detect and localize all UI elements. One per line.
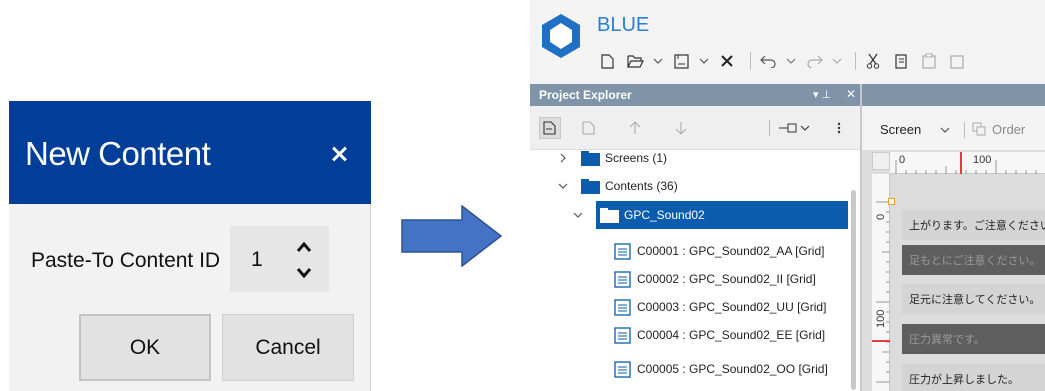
tree-item-c00005[interactable]: C00005 : GPC_Sound02_OO [Grid] xyxy=(614,355,828,383)
chevron-down-icon[interactable] xyxy=(292,262,316,284)
tree-item-c00004[interactable]: C00004 : GPC_Sound02_EE [Grid] xyxy=(614,321,825,349)
view-options-icon[interactable] xyxy=(777,117,811,139)
tree-item-label: C00004 : GPC_Sound02_EE [Grid] xyxy=(637,328,826,342)
content-id-value[interactable]: 1 xyxy=(251,248,263,272)
screen-text-row[interactable]: 足もとにご注意ください。 xyxy=(902,245,1045,275)
tree-item-label: GPC_Sound02 xyxy=(624,208,705,222)
chevron-down-icon[interactable] xyxy=(785,50,797,72)
selection-handle[interactable] xyxy=(888,198,895,205)
grid-content-icon xyxy=(614,298,631,316)
ruler-label: 0 xyxy=(899,154,906,166)
blue-app-window: BLUE Project Explorer ▾ ⊥ ✕ Screens (1) … xyxy=(530,0,1045,391)
chevron-down-icon[interactable] xyxy=(831,50,843,72)
cut-icon[interactable] xyxy=(862,50,884,72)
dialog-title: New Content xyxy=(25,135,211,172)
chevron-down-icon[interactable] xyxy=(698,50,710,72)
tree-item-c00003[interactable]: C00003 : GPC_Sound02_UU [Grid] xyxy=(614,293,826,321)
tree-item-contents[interactable]: Contents (36) xyxy=(557,172,678,200)
ruler-label: 100 xyxy=(973,154,992,166)
chevron-down-icon[interactable] xyxy=(557,180,569,192)
screen-text-row[interactable]: 圧力が上昇しました。 xyxy=(902,364,1045,391)
tree-item-label: C00003 : GPC_Sound02_UU [Grid] xyxy=(637,300,827,314)
chevron-up-icon[interactable] xyxy=(292,236,316,258)
folder-icon xyxy=(581,150,600,166)
chevron-down-icon[interactable] xyxy=(939,124,951,136)
tree-item-screens[interactable]: Screens (1) xyxy=(557,144,667,172)
tree-scrollbar[interactable] xyxy=(851,190,856,390)
chevron-right-icon[interactable] xyxy=(557,152,569,164)
tree-item-label: Contents (36) xyxy=(605,179,678,193)
screen-text-row[interactable]: 足元に注意してください。 xyxy=(902,284,1045,314)
folder-icon xyxy=(581,178,600,194)
properties-icon[interactable] xyxy=(539,117,561,139)
project-tree: Screens (1) Contents (36) GPC_Sound02 C0… xyxy=(530,150,860,391)
tree-item-selected[interactable]: GPC_Sound02 xyxy=(596,201,848,229)
screen-text-row[interactable]: 上がります。ご注意ください。 xyxy=(902,210,1045,240)
paste-icon[interactable] xyxy=(918,50,940,72)
blue-logo-icon xyxy=(542,14,580,58)
undo-icon[interactable] xyxy=(757,50,779,72)
new-content-dialog: New Content Paste-To Content ID 1 OK Can… xyxy=(9,101,371,391)
ruler-corner xyxy=(872,152,890,170)
vertical-ruler: 0 100 200 xyxy=(872,174,890,391)
more-options-icon[interactable] xyxy=(828,117,850,139)
editor-canvas: 0 100 0 100 200 xyxy=(862,150,1045,391)
tree-item-label: C00005 : GPC_Sound02_OO [Grid] xyxy=(637,362,828,376)
grid-content-icon xyxy=(614,326,631,344)
paste-special-icon[interactable] xyxy=(946,50,968,72)
editor-toolbar: Screen Order xyxy=(862,106,1045,150)
app-title: BLUE xyxy=(597,14,650,36)
close-icon[interactable] xyxy=(327,143,351,167)
toolbar-divider xyxy=(750,52,751,70)
tree-item-c00001[interactable]: C00001 : GPC_Sound02_AA [Grid] xyxy=(614,237,824,265)
open-folder-icon[interactable] xyxy=(624,50,646,72)
dialog-title-bar: New Content xyxy=(9,101,371,204)
ruler-label: 100 xyxy=(875,309,887,328)
add-item-icon[interactable] xyxy=(578,117,600,139)
chevron-down-icon[interactable] xyxy=(572,209,584,221)
ok-button[interactable]: OK xyxy=(79,314,211,381)
ruler-position-marker xyxy=(960,152,962,174)
tree-item-label: Screens (1) xyxy=(605,151,668,165)
new-file-icon[interactable] xyxy=(596,50,618,72)
copy-icon[interactable] xyxy=(890,50,912,72)
cancel-button[interactable]: Cancel xyxy=(222,314,354,381)
ruler-label: 0 xyxy=(875,213,887,220)
tree-item-label: C00002 : GPC_Sound02_II [Grid] xyxy=(637,272,816,286)
close-panel-icon[interactable]: ✕ xyxy=(846,87,856,101)
order-button[interactable]: Order xyxy=(992,122,1025,137)
main-toolbar xyxy=(596,48,974,74)
editor-header xyxy=(862,84,1045,106)
close-icon[interactable] xyxy=(716,50,738,72)
screen-text-row[interactable]: 圧力異常です。 xyxy=(902,324,1045,354)
content-id-spinner[interactable]: 1 xyxy=(230,226,329,292)
chevron-down-icon[interactable] xyxy=(652,50,664,72)
tree-item-c00002[interactable]: C00002 : GPC_Sound02_II [Grid] xyxy=(614,265,816,293)
screen-dropdown[interactable]: Screen xyxy=(880,122,921,137)
save-icon[interactable] xyxy=(670,50,692,72)
horizontal-ruler: 0 100 xyxy=(890,152,1045,174)
pin-icon[interactable]: ▾ ⊥ xyxy=(813,88,831,101)
project-explorer-header: Project Explorer ▾ ⊥ ✕ xyxy=(530,84,860,106)
ruler-position-marker xyxy=(872,340,890,342)
toolbar-divider xyxy=(769,120,770,136)
tree-item-label: C00001 : GPC_Sound02_AA [Grid] xyxy=(637,244,825,258)
order-icon[interactable] xyxy=(972,122,986,136)
project-explorer-title: Project Explorer xyxy=(539,88,632,102)
grid-content-icon xyxy=(614,360,631,378)
folder-icon xyxy=(600,207,619,223)
right-arrow-icon xyxy=(401,205,503,267)
move-up-icon[interactable] xyxy=(624,117,646,139)
toolbar-divider xyxy=(964,122,965,138)
move-down-icon[interactable] xyxy=(670,117,692,139)
redo-icon[interactable] xyxy=(803,50,825,72)
grid-content-icon xyxy=(614,242,631,260)
paste-to-content-id-label: Paste-To Content ID xyxy=(31,249,221,272)
grid-content-icon xyxy=(614,270,631,288)
toolbar-divider xyxy=(855,52,856,70)
